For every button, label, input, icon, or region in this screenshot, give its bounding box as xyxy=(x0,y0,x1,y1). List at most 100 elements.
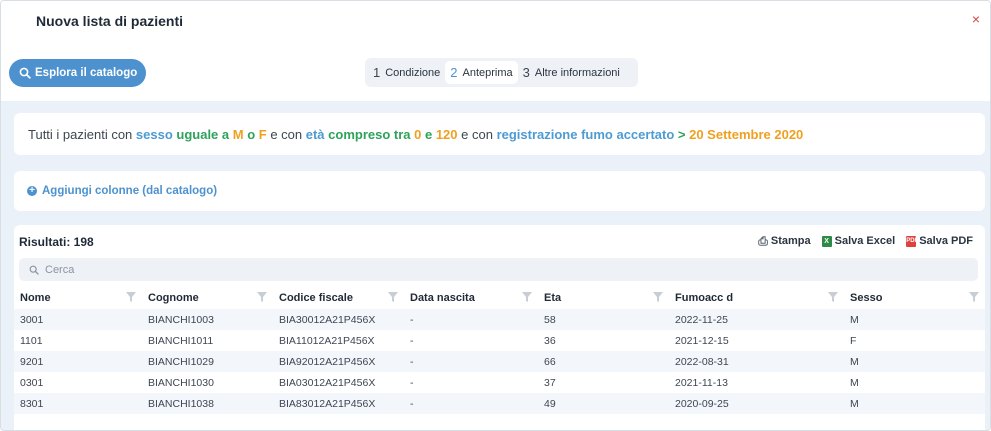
condition-token: F xyxy=(258,126,267,142)
filter-icon[interactable] xyxy=(388,292,398,302)
table-cell: 3001 xyxy=(14,309,142,330)
step-label: Altre informazioni xyxy=(534,66,620,79)
table-cell: BIANCHI1011 xyxy=(142,330,273,351)
column-header[interactable]: Eta xyxy=(538,287,669,309)
modal-header: Nuova lista di pazienti × Esplora il cat… xyxy=(1,1,990,101)
column-header-label: Data nascita xyxy=(410,292,475,304)
condition-token: età xyxy=(305,126,329,142)
step-number: 1 xyxy=(373,65,381,80)
condition-token: 20 Settembre 2020 xyxy=(689,126,804,142)
column-header[interactable]: Fumoacc d xyxy=(669,287,844,309)
explore-catalog-button[interactable]: Esplora il catalogo xyxy=(9,59,146,87)
column-header-label: Cognome xyxy=(148,292,199,304)
header-row: Nome Cognome Codice fiscale Data nascita Eta… xyxy=(14,287,985,309)
condition-token: registrazione fumo accertato xyxy=(496,126,678,142)
condition-summary: Tutti i pazienti con sesso uguale a M o … xyxy=(14,113,985,155)
table-cell: BIANCHI1029 xyxy=(142,351,273,372)
save-pdf-label: Salva PDF xyxy=(919,235,973,247)
table-cell: BIANCHI1030 xyxy=(142,372,273,393)
close-icon[interactable]: × xyxy=(972,12,980,26)
pdf-file-icon: PDF xyxy=(906,235,918,247)
table-cell: - xyxy=(404,309,538,330)
step-anteprima[interactable]: 2 Anteprima xyxy=(445,61,518,84)
table-cell: BIANCHI1003 xyxy=(142,309,273,330)
column-header-label: Sesso xyxy=(850,292,883,304)
column-header[interactable]: Nome xyxy=(14,287,142,309)
table-cell: 9201 xyxy=(14,351,142,372)
results-table: Nome Cognome Codice fiscale Data nascita Eta… xyxy=(14,287,985,414)
table-row[interactable]: 3001 BIANCHI1003 BIA30012A21P456X -58 2022-1… xyxy=(14,309,985,330)
condition-token: 0 xyxy=(414,126,425,142)
condition-token: M xyxy=(232,126,248,142)
search-icon xyxy=(29,265,39,275)
condition-token: o xyxy=(247,126,259,142)
add-columns-card: + Aggiungi colonne (dal catalogo) xyxy=(14,171,985,211)
search-bar xyxy=(19,258,978,281)
filter-icon[interactable] xyxy=(828,292,838,302)
table-cell: 1101 xyxy=(14,330,142,351)
save-excel-button[interactable]: X Salva Excel xyxy=(821,235,896,247)
condition-token: sesso xyxy=(135,126,177,142)
table-cell: F xyxy=(844,330,985,351)
table-cell: M xyxy=(844,393,985,414)
save-pdf-button[interactable]: PDF Salva PDF xyxy=(906,235,973,247)
column-header-label: Nome xyxy=(20,292,51,304)
table-header: Nome Cognome Codice fiscale Data nascita Eta… xyxy=(14,287,985,309)
explore-catalog-label: Esplora il catalogo xyxy=(35,67,138,79)
print-label: Stampa xyxy=(770,235,811,247)
print-button[interactable]: ⎙ Stampa xyxy=(758,235,810,247)
filter-icon[interactable] xyxy=(522,292,532,302)
column-header-label: Fumoacc d xyxy=(675,292,734,304)
table-cell: 66 xyxy=(538,351,669,372)
table-cell: 2022-08-31 xyxy=(669,351,844,372)
table-cell: 49 xyxy=(538,393,669,414)
table-cell: 8301 xyxy=(14,393,142,414)
modal-title: Nuova lista di pazienti xyxy=(36,13,184,29)
search-input[interactable] xyxy=(45,263,945,276)
table-cell: - xyxy=(404,351,538,372)
condition-token: e xyxy=(424,126,436,142)
step-altre-informazioni[interactable]: 3 Altre informazioni xyxy=(518,61,625,84)
table-cell: 37 xyxy=(538,372,669,393)
filter-icon[interactable] xyxy=(126,292,136,302)
condition-token: e con xyxy=(457,126,497,142)
save-excel-label: Salva Excel xyxy=(834,235,896,247)
filter-icon[interactable] xyxy=(257,292,267,302)
column-header[interactable]: Codice fiscale xyxy=(273,287,404,309)
step-condizione[interactable]: 1 Condizione xyxy=(368,61,445,84)
add-columns-label: Aggiungi colonne (dal catalogo) xyxy=(42,185,218,197)
table-cell: BIA30012A21P456X xyxy=(273,309,404,330)
table-row[interactable]: 1101 BIANCHI1011 BIA11012A21P456X -36 2021-1… xyxy=(14,330,985,351)
table-row[interactable]: 8301 BIANCHI1038 BIA83012A21P456X -49 2020-0… xyxy=(14,393,985,414)
condition-token: Tutti i pazienti con xyxy=(28,126,136,142)
table-cell: M xyxy=(844,309,985,330)
condition-token: > xyxy=(677,126,690,142)
step-label: Condizione xyxy=(385,66,441,79)
table-cell: - xyxy=(404,330,538,351)
column-header-label: Codice fiscale xyxy=(279,292,353,304)
column-header[interactable]: Data nascita xyxy=(404,287,538,309)
table-cell: BIANCHI1038 xyxy=(142,393,273,414)
modal-content: Tutti i pazienti con sesso uguale a M o … xyxy=(1,101,990,430)
table-row[interactable]: 0301 BIANCHI1030 BIA03012A21P456X -37 2021-1… xyxy=(14,372,985,393)
results-card: Risultati: 198 ⎙ Stampa X Salva Excel PD… xyxy=(14,225,985,430)
table-cell: M xyxy=(844,372,985,393)
table-cell: 0301 xyxy=(14,372,142,393)
table-cell: 2021-12-15 xyxy=(669,330,844,351)
filter-icon[interactable] xyxy=(653,292,663,302)
add-columns-button[interactable]: + Aggiungi colonne (dal catalogo) xyxy=(27,185,217,197)
column-header[interactable]: Cognome xyxy=(142,287,273,309)
search-icon xyxy=(19,67,31,79)
table-cell: 2020-09-25 xyxy=(669,393,844,414)
column-header[interactable]: Sesso xyxy=(844,287,985,309)
table-row[interactable]: 9201 BIANCHI1029 BIA92012A21P456X -66 2022-0… xyxy=(14,351,985,372)
new-patient-list-modal: Nuova lista di pazienti × Esplora il cat… xyxy=(0,0,991,431)
table-cell: - xyxy=(404,372,538,393)
filter-icon[interactable] xyxy=(969,292,979,302)
step-label: Anteprima xyxy=(462,66,513,79)
plus-circle-icon: + xyxy=(27,186,37,196)
column-header-label: Eta xyxy=(544,292,562,304)
table-cell: 58 xyxy=(538,309,669,330)
table-cell: - xyxy=(404,393,538,414)
table-cell: 36 xyxy=(538,330,669,351)
